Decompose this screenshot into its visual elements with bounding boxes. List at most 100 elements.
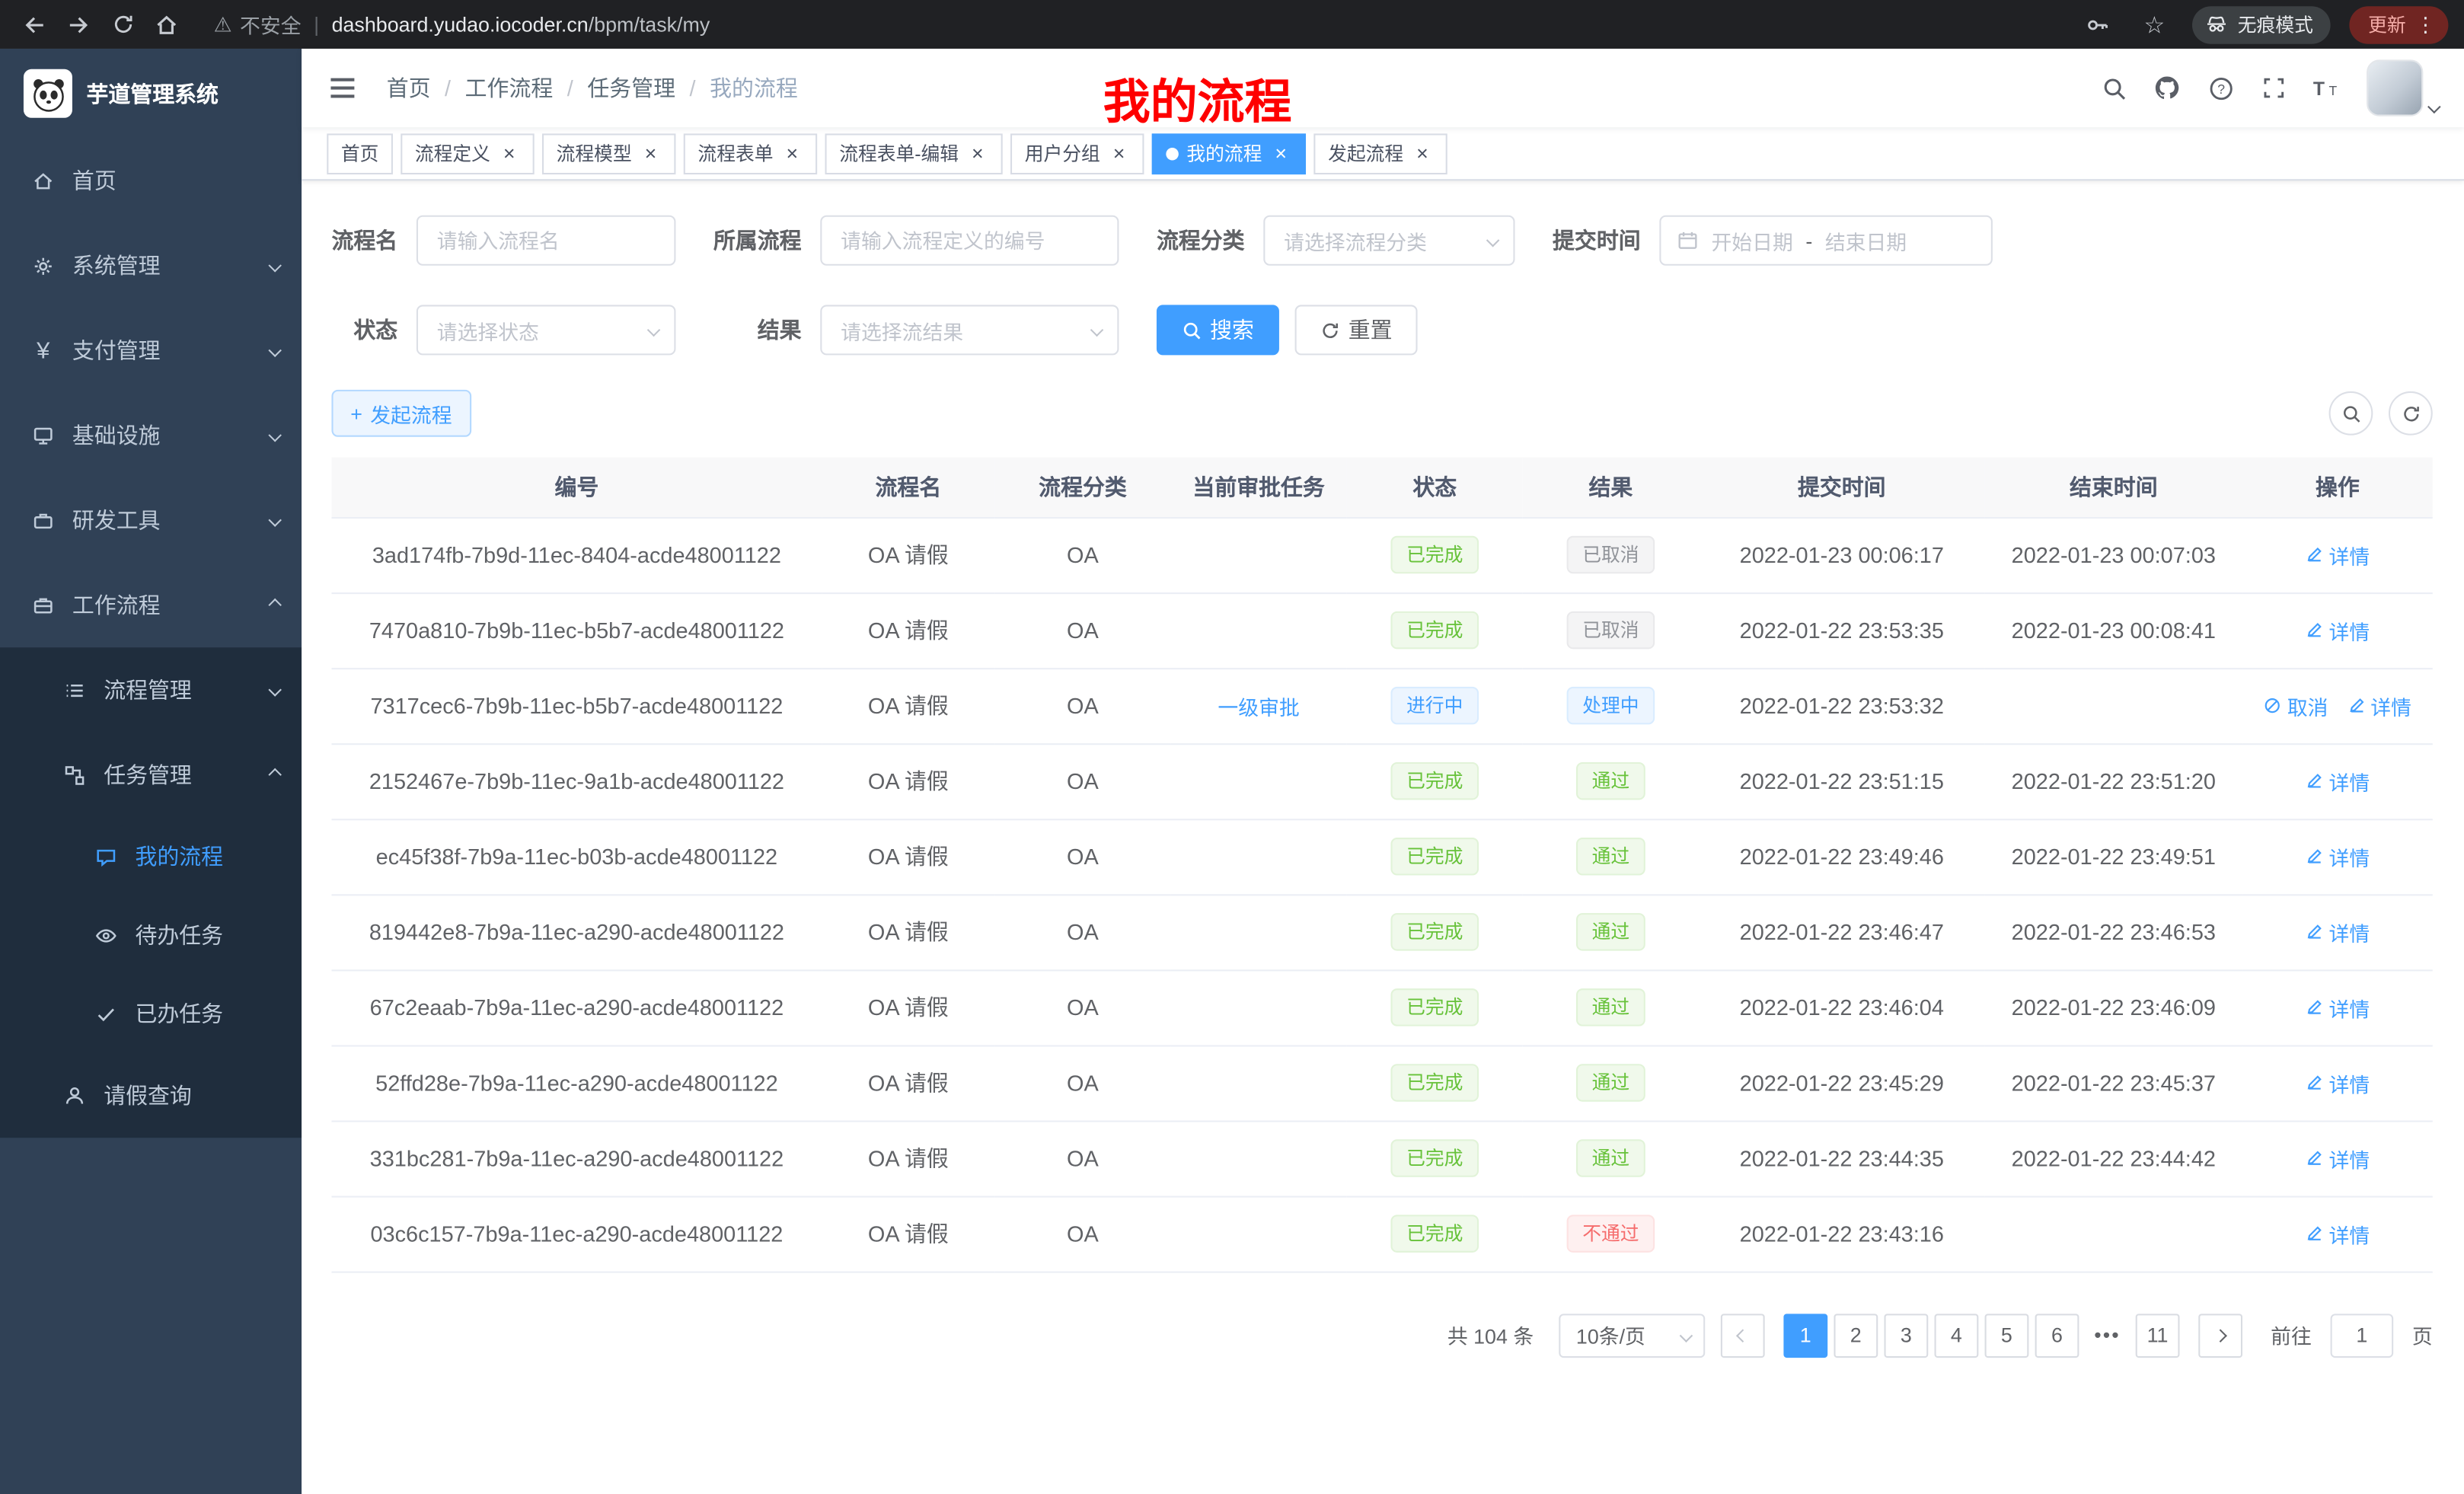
result-select[interactable]: 请选择流结果 <box>820 305 1119 355</box>
pagination: 共 104 条 10条/页 1 2 3 4 <box>331 1313 2432 1357</box>
browser-reload-button[interactable] <box>104 5 142 43</box>
sidebar-item-home[interactable]: 首页 <box>0 139 302 223</box>
sidebar-item-task-management[interactable]: 任务管理 <box>0 733 302 817</box>
detail-link[interactable]: 详情 <box>2306 841 2370 871</box>
cell-status: 已完成 <box>1347 1196 1523 1272</box>
fullscreen-button[interactable] <box>2253 68 2294 109</box>
browser-home-button[interactable] <box>148 5 186 43</box>
show-search-button[interactable] <box>2329 391 2373 436</box>
detail-link[interactable]: 详情 <box>2306 766 2370 796</box>
bookmark-star-button[interactable]: ☆ <box>2136 5 2174 43</box>
cell-category: OA <box>994 668 1170 743</box>
breadcrumb-item[interactable]: 我的流程 <box>710 72 812 104</box>
sidebar-item-infrastructure[interactable]: 基础设施 <box>0 393 302 477</box>
close-icon[interactable]: × <box>498 142 520 164</box>
sidebar-item-leave-query[interactable]: 请假查询 <box>0 1053 302 1138</box>
cell-id: 7470a810-7b9b-11ec-b5b7-acde48001122 <box>331 592 822 668</box>
detail-link[interactable]: 详情 <box>2306 540 2370 570</box>
detail-link[interactable]: 详情 <box>2306 615 2370 645</box>
tab[interactable]: 发起流程 × <box>1314 132 1447 174</box>
sidebar-toggle-button[interactable] <box>327 71 361 105</box>
cell-status: 已完成 <box>1347 517 1523 592</box>
sidebar-item-process-management[interactable]: 流程管理 <box>0 647 302 732</box>
navbar: 首页 / 工作流程 / 任务管理 / 我的流程 <box>302 49 2464 127</box>
reset-button[interactable]: 重置 <box>1295 305 1418 355</box>
process-key-input[interactable] <box>820 215 1119 266</box>
status-badge: 进行中 <box>1390 687 1479 725</box>
tab[interactable]: 流程表单 × <box>684 132 817 174</box>
tab[interactable]: 首页 × <box>327 132 393 174</box>
calendar-icon <box>1677 229 1699 251</box>
github-button[interactable] <box>2146 68 2188 109</box>
close-icon[interactable]: × <box>966 142 988 164</box>
sidebar-item-system[interactable]: 系统管理 <box>0 223 302 308</box>
cell-result: 已取消 <box>1523 517 1699 592</box>
breadcrumb-item[interactable]: 任务管理 / <box>587 72 695 104</box>
submit-time-range-picker[interactable]: 开始日期 - 结束日期 <box>1659 215 1993 266</box>
page-number-button[interactable]: 6 <box>2035 1313 2079 1357</box>
tab[interactable]: 用户分组 × <box>1010 132 1144 174</box>
detail-link[interactable]: 详情 <box>2306 992 2370 1022</box>
user-menu[interactable] <box>2367 59 2439 116</box>
sidebar-item-workflow[interactable]: 工作流程 <box>0 563 302 647</box>
current-task-link[interactable]: 一级审批 <box>1218 691 1299 720</box>
app-logo[interactable]: 芋道管理系统 <box>0 49 302 139</box>
close-icon[interactable]: × <box>1412 142 1434 164</box>
list-icon <box>63 678 87 702</box>
page-number-button[interactable]: 1 <box>1783 1313 1827 1357</box>
tab[interactable]: 流程定义 × <box>401 132 534 174</box>
close-icon[interactable]: × <box>1108 142 1130 164</box>
detail-link[interactable]: 详情 <box>2306 1068 2370 1097</box>
page-number-button[interactable]: 5 <box>1985 1313 2029 1357</box>
tab[interactable]: 流程表单-编辑 × <box>825 132 1003 174</box>
page-number-button[interactable]: 2 <box>1834 1313 1878 1357</box>
security-status[interactable]: ⚠ 不安全 <box>214 9 302 39</box>
close-icon[interactable]: × <box>640 142 662 164</box>
browser-update-button[interactable]: 更新 ⋮ <box>2349 5 2448 43</box>
cell-name: OA 请假 <box>822 592 994 668</box>
cell-id: 331bc281-7b9a-11ec-a290-acde48001122 <box>331 1120 822 1196</box>
cancel-link[interactable]: 取消 <box>2264 691 2328 720</box>
tab[interactable]: 我的流程 × <box>1152 132 1306 174</box>
avatar[interactable] <box>2367 59 2423 116</box>
breadcrumb-item[interactable]: 首页 / <box>387 72 451 104</box>
password-key-button[interactable] <box>2079 5 2117 43</box>
page-number-button[interactable]: 4 <box>1934 1313 1978 1357</box>
close-icon[interactable]: × <box>1270 142 1292 164</box>
browser-forward-button[interactable] <box>59 5 97 43</box>
sidebar-item-todo-tasks[interactable]: 待办任务 <box>0 895 302 974</box>
page-number-button[interactable]: 3 <box>1884 1313 1928 1357</box>
page-size-select[interactable]: 10条/页 <box>1559 1313 1705 1357</box>
sidebar-item-payment[interactable]: ¥ 支付管理 <box>0 308 302 393</box>
help-button[interactable]: ? <box>2200 68 2241 109</box>
prev-page-button[interactable] <box>1721 1313 1765 1357</box>
next-page-button[interactable] <box>2198 1313 2242 1357</box>
breadcrumb-item[interactable]: 工作流程 / <box>465 72 573 104</box>
detail-link[interactable]: 详情 <box>2306 1143 2370 1173</box>
tab[interactable]: 流程模型 × <box>542 132 675 174</box>
create-process-button[interactable]: + 发起流程 <box>331 390 471 437</box>
header-search-button[interactable] <box>2093 68 2134 109</box>
sidebar-item-done-tasks[interactable]: 已办任务 <box>0 975 302 1053</box>
address-bar[interactable]: ⚠ 不安全 | dashboard.yudao.iocoder.cn/bpm/t… <box>214 9 2073 39</box>
page-number-button[interactable]: 11 <box>2136 1313 2180 1357</box>
font-size-button[interactable]: TT <box>2307 68 2348 109</box>
detail-link[interactable]: 详情 <box>2347 691 2411 720</box>
goto-page-input[interactable] <box>2331 1313 2394 1357</box>
close-icon[interactable]: × <box>781 142 803 164</box>
page-number-button[interactable]: ••• <box>2086 1313 2130 1357</box>
category-select[interactable]: 请选择流程分类 <box>1263 215 1514 266</box>
sidebar-item-devtools[interactable]: 研发工具 <box>0 477 302 562</box>
process-name-input[interactable] <box>417 215 676 266</box>
breadcrumb-separator: / <box>567 75 573 101</box>
cell-name: OA 请假 <box>822 1196 994 1272</box>
browser-back-button[interactable] <box>16 5 54 43</box>
sidebar-item-my-process[interactable]: 我的流程 <box>0 817 302 895</box>
search-button[interactable]: 搜索 <box>1157 305 1279 355</box>
browser-menu-icon[interactable]: ⋮ <box>2415 11 2436 37</box>
refresh-table-button[interactable] <box>2389 391 2433 436</box>
detail-link[interactable]: 详情 <box>2306 917 2370 947</box>
detail-link[interactable]: 详情 <box>2306 1218 2370 1248</box>
status-select[interactable]: 请选择状态 <box>417 305 676 355</box>
page-url[interactable]: dashboard.yudao.iocoder.cn/bpm/task/my <box>332 13 710 37</box>
